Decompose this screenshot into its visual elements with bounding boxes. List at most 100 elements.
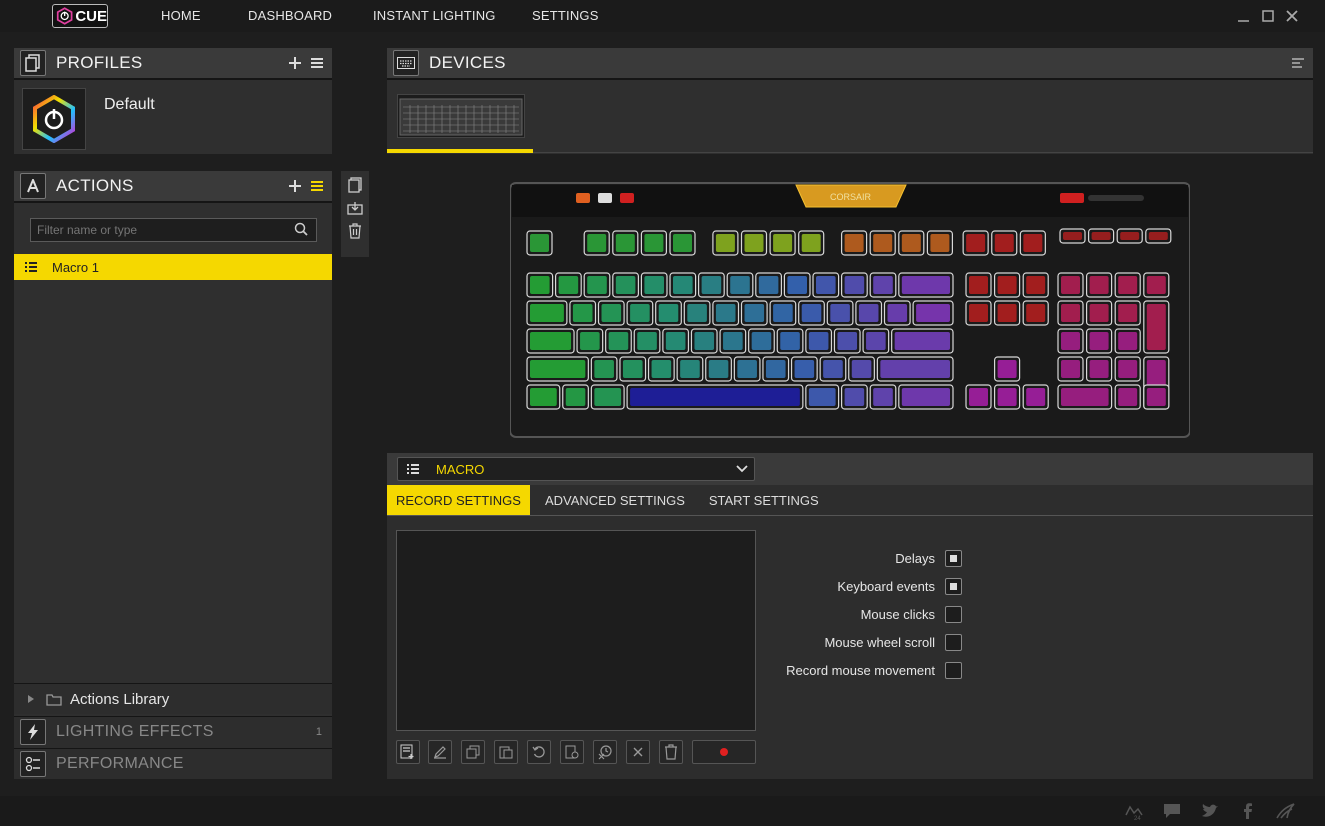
close-icon <box>633 747 643 757</box>
option-delays-checkbox[interactable] <box>945 550 962 567</box>
list-icon <box>407 464 419 474</box>
actions-library-label: Actions Library <box>70 690 170 708</box>
insert-delay-button[interactable] <box>560 740 584 764</box>
minimize-icon[interactable] <box>1234 6 1254 26</box>
actions-library-row[interactable]: Actions Library <box>14 683 332 714</box>
action-side-toolbar <box>341 171 369 257</box>
keyboard-icon <box>393 50 419 76</box>
keyboard-thumbnail-image <box>399 98 523 136</box>
notifications-icon[interactable]: 24 <box>1124 803 1144 821</box>
icue-logo-icon <box>56 7 73 25</box>
macro-tabs: RECORD SETTINGS ADVANCED SETTINGS START … <box>387 485 1313 516</box>
option-mouse-movement-checkbox[interactable] <box>945 662 962 679</box>
devices-divider <box>533 152 1313 153</box>
record-settings-panel: Delays Keyboard events Mouse clicks Mous… <box>387 516 1313 779</box>
delete-icon <box>665 744 677 760</box>
edit-event-button[interactable] <box>428 740 452 764</box>
option-mouse-clicks-checkbox[interactable] <box>945 606 962 623</box>
undo-icon <box>532 746 545 758</box>
actions-header: ACTIONS <box>14 171 332 203</box>
import-icon[interactable] <box>347 201 363 215</box>
add-action-icon[interactable] <box>288 179 302 193</box>
action-item-macro-1[interactable]: Macro 1 <box>14 254 332 280</box>
option-mouse-clicks-label: Mouse clicks <box>860 607 935 622</box>
profiles-menu-icon[interactable] <box>310 56 324 70</box>
performance-icon <box>20 750 46 777</box>
device-thumbnail-keyboard[interactable] <box>397 94 525 138</box>
clear-button[interactable] <box>626 740 650 764</box>
profiles-title: PROFILES <box>56 53 143 72</box>
app-logo[interactable]: CUE <box>52 4 108 28</box>
actions-title: ACTIONS <box>56 176 134 195</box>
keyboard-lighting-view[interactable]: CORSAIR <box>510 181 1190 439</box>
nav-settings[interactable]: SETTINGS <box>532 8 599 23</box>
delete-event-button[interactable] <box>659 740 683 764</box>
add-profile-icon[interactable] <box>288 56 302 70</box>
insert-delay-icon <box>565 745 579 759</box>
undo-button[interactable] <box>527 740 551 764</box>
lighting-effects-label: LIGHTING EFFECTS <box>56 722 214 740</box>
copy-icon[interactable] <box>348 177 362 193</box>
actions-panel: ACTIONS Macro 1 Actions Library <box>14 171 332 779</box>
option-mouse-wheel-checkbox[interactable] <box>945 634 962 651</box>
profiles-icon <box>20 50 46 76</box>
svg-text:24: 24 <box>1134 816 1141 821</box>
expand-arrow-icon <box>28 695 34 703</box>
copy-event-button[interactable] <box>461 740 485 764</box>
app-logo-text: CUE <box>75 7 107 25</box>
paste-icon <box>499 746 513 759</box>
facebook-icon[interactable] <box>1240 803 1254 819</box>
tab-start-settings[interactable]: START SETTINGS <box>700 485 828 515</box>
option-mouse-wheel-label: Mouse wheel scroll <box>824 635 935 650</box>
profiles-panel: PROFILES Default <box>14 48 332 154</box>
profile-thumbnail[interactable] <box>22 88 86 150</box>
action-type-value: MACRO <box>436 461 485 477</box>
actions-menu-icon[interactable] <box>310 179 324 193</box>
folder-icon <box>46 694 62 706</box>
copy-icon <box>466 745 480 759</box>
record-icon <box>720 748 728 756</box>
devices-title: DEVICES <box>429 53 506 72</box>
nav-home[interactable]: HOME <box>161 8 201 23</box>
chat-icon[interactable] <box>1163 803 1181 819</box>
device-selected-indicator <box>387 149 533 153</box>
tab-advanced-settings[interactable]: ADVANCED SETTINGS <box>536 485 694 515</box>
tab-record-settings[interactable]: RECORD SETTINGS <box>387 485 530 515</box>
add-event-button[interactable] <box>396 740 420 764</box>
action-item-label: Macro 1 <box>52 259 99 275</box>
devices-menu-icon[interactable] <box>1291 57 1305 69</box>
action-type-select[interactable]: MACRO <box>397 457 755 481</box>
svg-text:CORSAIR: CORSAIR <box>830 192 872 202</box>
paste-event-button[interactable] <box>494 740 518 764</box>
delete-icon[interactable] <box>348 223 362 239</box>
lighting-effects-count: 1 <box>315 725 322 738</box>
option-keyboard-events-checkbox[interactable] <box>945 578 962 595</box>
maximize-icon[interactable] <box>1258 6 1278 26</box>
search-icon[interactable] <box>294 222 308 236</box>
edit-icon <box>434 746 446 759</box>
lighting-effects-row[interactable]: LIGHTING EFFECTS 1 <box>14 716 332 746</box>
performance-row[interactable]: PERFORMANCE <box>14 748 332 778</box>
option-delays-label: Delays <box>895 551 935 566</box>
macro-events-list[interactable] <box>396 530 756 731</box>
profile-name[interactable]: Default <box>104 96 155 114</box>
remove-delays-button[interactable] <box>593 740 617 764</box>
chevron-down-icon <box>736 465 748 473</box>
filter-input[interactable] <box>30 218 317 242</box>
option-keyboard-events-label: Keyboard events <box>837 579 935 594</box>
corsair-icon[interactable] <box>1276 803 1296 819</box>
twitter-icon[interactable] <box>1201 803 1219 819</box>
nav-instant-lighting[interactable]: INSTANT LIGHTING <box>373 8 496 23</box>
profiles-header: PROFILES <box>14 48 332 80</box>
performance-label: PERFORMANCE <box>56 754 184 772</box>
devices-panel: DEVICES <box>387 48 1313 154</box>
sections-container: LIGHTING EFFECTS 1 PERFORMANCE <box>14 716 332 779</box>
close-icon[interactable] <box>1282 6 1302 26</box>
add-event-icon <box>400 744 414 759</box>
record-button[interactable] <box>692 740 756 764</box>
profile-hex-icon <box>33 95 75 143</box>
list-icon <box>25 262 37 272</box>
remove-delays-icon <box>598 745 612 760</box>
option-mouse-movement-label: Record mouse movement <box>786 663 935 678</box>
nav-dashboard[interactable]: DASHBOARD <box>248 8 332 23</box>
